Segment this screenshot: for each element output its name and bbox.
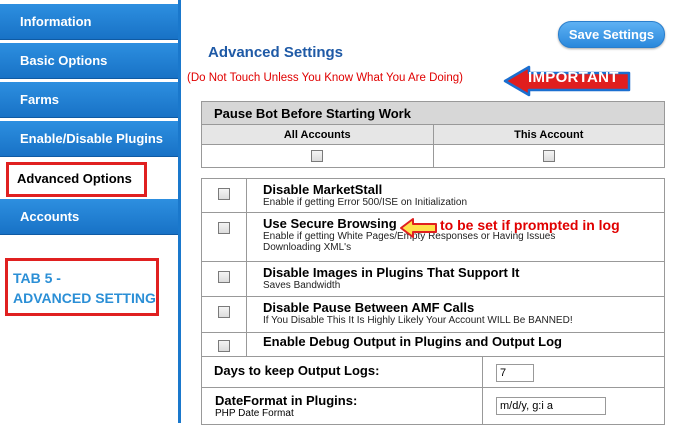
days-output-logs-label: Days to keep Output Logs: [201, 356, 483, 388]
tab-accounts[interactable]: Accounts [0, 199, 178, 235]
active-tab-highlight [6, 162, 147, 197]
option-description: Enable if getting Error 500/ISE on Initi… [263, 197, 468, 208]
option-title: Disable Images in Plugins That Support I… [263, 265, 520, 280]
pause-bot-table: Pause Bot Before Starting Work All Accou… [201, 101, 665, 168]
dateformat-label: DateFormat in Plugins: [215, 393, 358, 408]
secure-browsing-annotation: to be set if prompted in log [440, 217, 620, 233]
tab5-annotation-line2: ADVANCED SETTING [13, 290, 156, 306]
pause-this-account-checkbox[interactable] [542, 150, 555, 163]
column-this-account: This Account [432, 124, 665, 145]
tab-enable-disable-plugins[interactable]: Enable/Disable Plugins [0, 121, 178, 157]
option-row: Disable Pause Between AMF Calls If You D… [201, 296, 665, 333]
disable-pause-amf-checkbox[interactable] [218, 305, 230, 318]
pause-all-accounts-checkbox[interactable] [311, 150, 324, 163]
column-all-accounts: All Accounts [201, 124, 434, 145]
options-table: Disable MarketStall Enable if getting Er… [201, 178, 665, 357]
option-row: Disable Images in Plugins That Support I… [201, 261, 665, 297]
disable-marketstall-checkbox[interactable] [218, 187, 230, 200]
page-title: Advanced Settings [208, 44, 344, 61]
disable-images-checkbox[interactable] [218, 270, 230, 283]
days-output-logs-input[interactable] [496, 364, 534, 382]
option-title: Enable Debug Output in Plugins and Outpu… [263, 334, 562, 349]
main-panel: Save Settings Advanced Settings (Do Not … [181, 0, 690, 425]
tab5-annotation: TAB 5 - ADVANCED SETTING [13, 268, 156, 308]
pause-bot-header: Pause Bot Before Starting Work [201, 101, 665, 125]
use-secure-browsing-checkbox[interactable] [218, 221, 230, 234]
dateformat-description: PHP Date Format [215, 408, 294, 419]
option-description: Enable if getting White Pages/Empty Resp… [263, 231, 556, 253]
option-description: If You Disable This It Is Highly Likely … [263, 315, 573, 326]
tab-farms[interactable]: Farms [0, 82, 178, 118]
option-description: Saves Bandwidth [263, 280, 341, 291]
warning-text: (Do Not Touch Unless You Know What You A… [187, 72, 463, 84]
option-row: Enable Debug Output in Plugins and Outpu… [201, 332, 665, 357]
enable-debug-output-checkbox[interactable] [218, 339, 230, 352]
left-arrow-icon [400, 218, 437, 238]
sidebar: Information Basic Options Farms Enable/D… [0, 0, 178, 423]
important-label: IMPORTANT [528, 69, 619, 86]
option-row: Disable MarketStall Enable if getting Er… [201, 178, 665, 213]
option-title: Disable Pause Between AMF Calls [263, 300, 475, 315]
dateformat-input[interactable] [496, 397, 606, 415]
tab-basic-options[interactable]: Basic Options [0, 43, 178, 79]
tab5-annotation-line1: TAB 5 - [13, 270, 61, 286]
tab-information[interactable]: Information [0, 4, 178, 40]
save-settings-button[interactable]: Save Settings [558, 21, 665, 48]
option-title: Disable MarketStall [263, 182, 383, 197]
log-settings-table: Days to keep Output Logs: DateFormat in … [201, 356, 665, 425]
